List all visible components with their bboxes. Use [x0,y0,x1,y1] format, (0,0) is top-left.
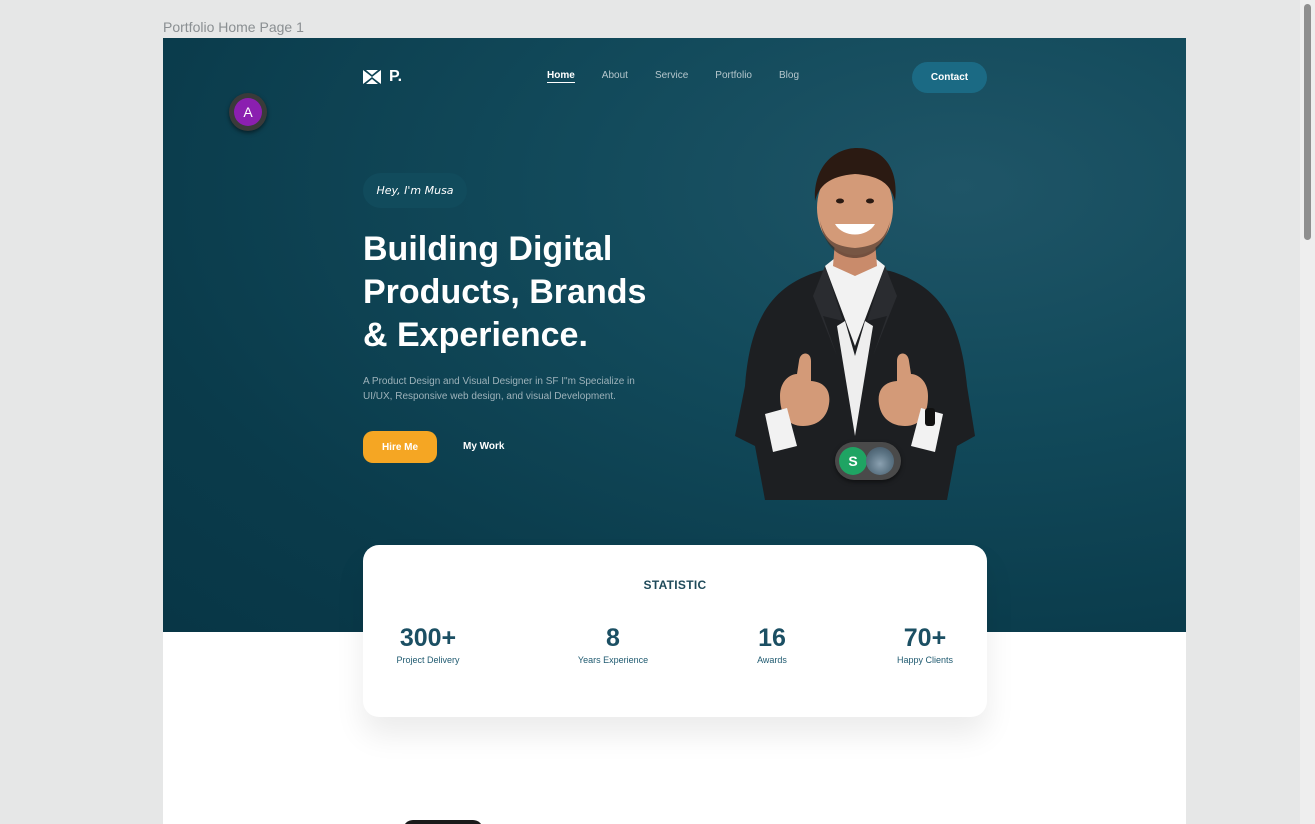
stat-label: Happy Clients [896,655,954,665]
stat-project-delivery: 300+ Project Delivery [392,623,464,665]
headline-line-1: Building Digital [363,230,613,268]
nav-portfolio[interactable]: Portfolio [715,70,752,83]
statistic-card: STATISTIC 300+ Project Delivery 8 Years … [363,545,987,717]
hero-section: P. Home About Service Portfolio Blog Con… [163,38,1186,632]
logo-text: P. [389,68,403,85]
nav-service[interactable]: Service [655,70,688,83]
stat-value: 16 [758,624,786,652]
stat-value: 300+ [399,624,457,652]
contact-button[interactable]: Contact [912,62,987,93]
hero-subtext: A Product Design and Visual Designer in … [363,376,635,402]
greeting-pill: Hey, I'm Musa [363,173,467,208]
collaborator-initial-a: A [234,98,262,126]
logo[interactable]: P. [363,68,402,86]
hire-me-button[interactable]: Hire Me [363,431,437,463]
scrollbar[interactable] [1300,0,1315,824]
statistic-title: STATISTIC [643,578,707,592]
main-nav: Home About Service Portfolio Blog [547,70,799,83]
next-section-element [403,820,483,824]
stat-value: 8 [606,624,620,652]
stat-label: Awards [757,655,787,665]
portfolio-frame: P. Home About Service Portfolio Blog Con… [163,38,1186,824]
scrollbar-thumb[interactable] [1304,4,1311,240]
nav-about[interactable]: About [602,70,628,83]
headline-line-3: & Experience. [363,316,588,354]
collaborator-photo-avatar [866,447,894,475]
hero-headline: Building Digital Products, Brands & Expe… [363,228,683,357]
stat-years-experience: 8 Years Experience [572,623,654,665]
headline-line-2: Products, Brands [363,273,647,311]
frame-label: Portfolio Home Page 1 [163,19,304,35]
my-work-link[interactable]: My Work [463,441,505,452]
stat-happy-clients: 70+ Happy Clients [893,623,957,665]
stat-label: Years Experience [577,655,649,665]
logo-icon [363,70,381,84]
stat-value: 70+ [903,624,947,652]
nav-blog[interactable]: Blog [779,70,799,83]
collaborator-initial-s: S [839,447,867,475]
collaborator-avatar-group[interactable]: S [835,442,901,480]
nav-home[interactable]: Home [547,70,575,83]
stat-label: Project Delivery [396,655,460,665]
stat-awards: 16 Awards [751,623,793,665]
collaborator-avatar-a[interactable]: A [229,93,267,131]
